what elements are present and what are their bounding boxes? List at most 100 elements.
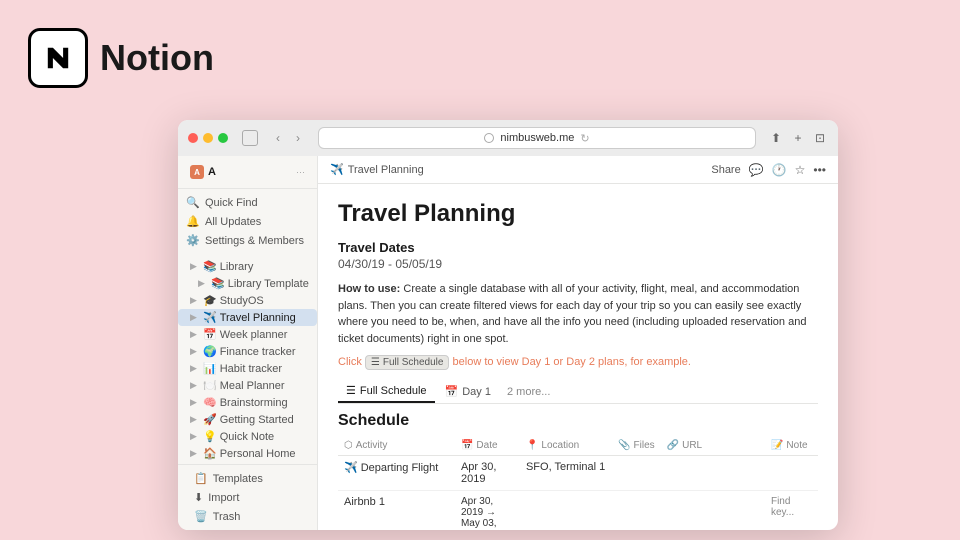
tab-full-label: Full Schedule xyxy=(360,385,427,397)
row-activity: ✈️Departing Flight xyxy=(338,456,455,491)
address-bar[interactable]: nimbusweb.me ↻ xyxy=(318,127,756,149)
import-label: Import xyxy=(208,492,239,504)
browser-chrome: ‹ › nimbusweb.me ↻ ⬆ + ⊡ xyxy=(178,120,838,156)
table-header: ⬡Activity 📅Date 📍Location 📎Files xyxy=(338,436,818,456)
all-updates-label: All Updates xyxy=(205,216,261,228)
page-label: Meal Planner xyxy=(220,380,285,392)
workspace-selector[interactable]: A A ⋯ xyxy=(186,162,309,182)
share-icon[interactable]: ⬆ xyxy=(768,130,784,146)
workspace-chevron: ⋯ xyxy=(296,167,305,178)
templates-label: Templates xyxy=(213,473,263,485)
header-url: 🔗URL xyxy=(661,436,765,456)
row-date: Apr 30, 2019 xyxy=(455,456,520,491)
browser-content: A A ⋯ 🔍 Quick Find 🔔 All Updates ⚙️ Sett… xyxy=(178,156,838,530)
toggle-icon: ▶ xyxy=(190,312,200,323)
page-icon: 🍽️ xyxy=(203,379,217,392)
notion-brand-name: Notion xyxy=(100,37,214,79)
table-row: ✈️Departing Flight Apr 30, 2019 SFO, Ter… xyxy=(338,456,818,491)
more-icon[interactable]: ••• xyxy=(813,163,826,177)
notion-brand: Notion xyxy=(28,28,214,88)
page-icon: ✈️ xyxy=(203,311,217,324)
page-label: Quick Note xyxy=(220,431,274,443)
templates-icon: 📋 xyxy=(194,472,208,485)
main-content: ✈️ Travel Planning Share 💬 🕐 ☆ ••• Trave… xyxy=(318,156,838,530)
tab-day1[interactable]: 📅 Day 1 xyxy=(437,381,499,402)
row-notes xyxy=(765,456,818,491)
refresh-icon[interactable]: ↻ xyxy=(580,132,589,145)
sidebar-item-trash[interactable]: 🗑️ Trash xyxy=(186,507,309,526)
back-button[interactable]: ‹ xyxy=(270,130,286,146)
row-notes: Find key... xyxy=(765,491,818,531)
top-actions: Share 💬 🕐 ☆ ••• xyxy=(711,163,826,177)
import-icon: ⬇ xyxy=(194,491,203,504)
workspace-icon: A xyxy=(190,165,204,179)
close-button[interactable] xyxy=(188,133,198,143)
page-label: Getting Started xyxy=(220,414,294,426)
tab-day1-label: Day 1 xyxy=(462,386,491,398)
row-date: Apr 30, 2019 →May 03, 2019 xyxy=(455,491,520,531)
schedule-badge[interactable]: ☰ Full Schedule xyxy=(365,355,450,370)
sidebar-item-quickfind[interactable]: 🔍 Quick Find xyxy=(178,193,317,212)
page-title: Travel Planning xyxy=(338,200,818,228)
toggle-icon: ▶ xyxy=(190,397,200,408)
sidebar-item-library-template[interactable]: ▶ 📚 Library Template xyxy=(178,275,317,292)
notion-logo-icon xyxy=(28,28,88,88)
tab-more[interactable]: 2 more... xyxy=(501,382,556,402)
sidebar-item-quicknote[interactable]: ▶ 💡 Quick Note xyxy=(178,428,317,445)
minimize-button[interactable] xyxy=(203,133,213,143)
star-icon[interactable]: ☆ xyxy=(795,163,806,177)
share-button[interactable]: Share xyxy=(711,164,740,176)
browser-window: ‹ › nimbusweb.me ↻ ⬆ + ⊡ A A ⋯ xyxy=(178,120,838,530)
sidebar-item-templates[interactable]: 📋 Templates xyxy=(186,469,309,488)
traffic-lights xyxy=(188,133,228,143)
date-col-icon: 📅 xyxy=(461,440,473,451)
header-activity: ⬡Activity xyxy=(338,436,455,456)
travel-dates-heading: Travel Dates xyxy=(338,240,818,255)
table-body: ✈️Departing Flight Apr 30, 2019 SFO, Ter… xyxy=(338,456,818,531)
toggle-icon: ▶ xyxy=(198,278,208,289)
sidebar-item-meal[interactable]: ▶ 🍽️ Meal Planner xyxy=(178,377,317,394)
sidebar-item-gettingstarted[interactable]: ▶ 🚀 Getting Started xyxy=(178,411,317,428)
new-tab-icon[interactable]: + xyxy=(790,130,806,146)
sidebar-item-weekplanner[interactable]: ▶ 📅 Week planner xyxy=(178,326,317,343)
sidebar-item-allupdates[interactable]: 🔔 All Updates xyxy=(178,212,317,231)
header-date: 📅Date xyxy=(455,436,520,456)
sidebar-top: A A ⋯ xyxy=(178,156,317,189)
how-text: Create a single database with all of you… xyxy=(338,283,806,345)
settings-label: Settings & Members xyxy=(205,235,304,247)
sidebar-item-import[interactable]: ⬇ Import xyxy=(186,488,309,507)
toggle-icon: ▶ xyxy=(190,414,200,425)
sidebar-item-habit[interactable]: ▶ 📊 Habit tracker xyxy=(178,360,317,377)
comment-icon[interactable]: 💬 xyxy=(749,163,764,177)
sidebar-item-settings[interactable]: ⚙️ Settings & Members xyxy=(178,231,317,250)
sidebar-item-personalhome[interactable]: ▶ 🏠 Personal Home xyxy=(178,445,317,462)
tab-full-schedule[interactable]: ☰ Full Schedule xyxy=(338,380,435,403)
breadcrumb-label: Travel Planning xyxy=(348,164,424,176)
sidebar-item-library[interactable]: ▶ 📚 Library xyxy=(178,258,317,275)
page-icon: 🎓 xyxy=(203,294,217,307)
sidebar-item-studyos[interactable]: ▶ 🎓 StudyOS xyxy=(178,292,317,309)
how-to-use: How to use: Create a single database wit… xyxy=(338,281,818,347)
forward-button[interactable]: › xyxy=(290,130,306,146)
page-label: Library Template xyxy=(228,278,309,290)
row-activity: Airbnb 1 xyxy=(338,491,455,531)
toggle-icon: ▶ xyxy=(190,346,200,357)
search-icon: 🔍 xyxy=(186,196,200,209)
sidebar-toggle-icon[interactable]: ⊡ xyxy=(812,130,828,146)
schedule-title: Schedule xyxy=(338,412,818,430)
sidebar-item-travel[interactable]: ▶ ✈️ Travel Planning xyxy=(178,309,317,326)
row-location xyxy=(520,491,612,531)
tab-icon xyxy=(242,130,258,146)
files-col-icon: 📎 xyxy=(618,440,630,451)
page-label: Habit tracker xyxy=(220,363,282,375)
clock-icon[interactable]: 🕐 xyxy=(772,163,787,177)
sidebar-item-finance[interactable]: ▶ 🌍 Finance tracker xyxy=(178,343,317,360)
maximize-button[interactable] xyxy=(218,133,228,143)
page-label: Week planner xyxy=(220,329,288,341)
toggle-icon: ▶ xyxy=(190,431,200,442)
click-note: Click ☰ Full Schedule below to view Day … xyxy=(338,355,818,370)
trash-icon: 🗑️ xyxy=(194,510,208,523)
sidebar-item-brainstorm[interactable]: ▶ 🧠 Brainstorming xyxy=(178,394,317,411)
header-row: ⬡Activity 📅Date 📍Location 📎Files xyxy=(338,436,818,456)
tabs: ☰ Full Schedule 📅 Day 1 2 more... xyxy=(338,380,818,404)
